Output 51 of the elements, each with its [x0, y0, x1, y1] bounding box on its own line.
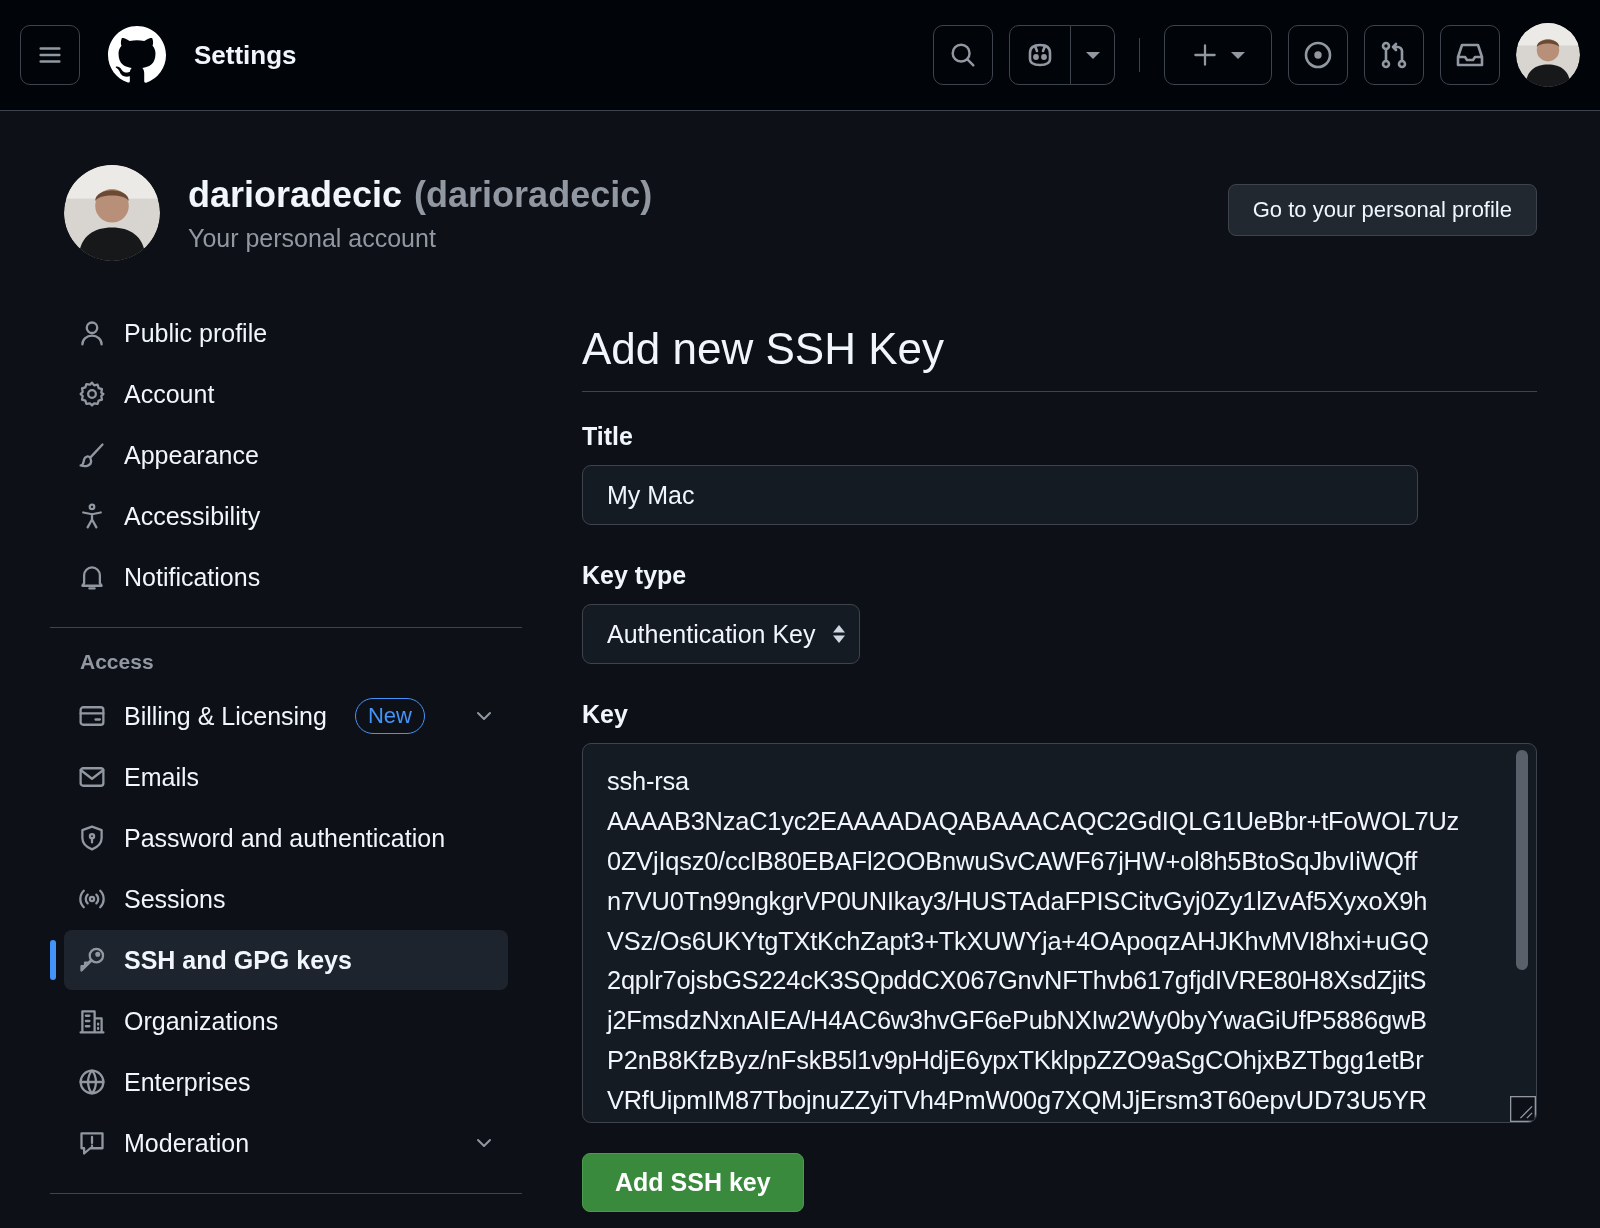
sidebar-item[interactable]: Password and authentication: [64, 808, 508, 868]
key-icon: [78, 946, 106, 974]
key-type-select[interactable]: Authentication Key: [582, 604, 861, 665]
title-field[interactable]: My Mac: [582, 465, 1418, 526]
copilot-button[interactable]: [1009, 25, 1071, 85]
sidebar-item[interactable]: Notifications: [64, 547, 508, 607]
field-label: Key: [582, 700, 629, 730]
sidebar-item[interactable]: Moderation: [64, 1113, 508, 1173]
menu-button[interactable]: [20, 25, 80, 85]
inbox-button[interactable]: [1440, 25, 1500, 85]
section-heading: Access: [79, 650, 155, 674]
account-handle: (darioradecic): [414, 173, 653, 216]
sidebar-item[interactable]: Emails: [64, 747, 508, 807]
key-field[interactable]: ssh-rsa AAAAB3NzaC1yc2EAAAADAQABAAACAQC2GdIQLG1UeBbr+tFoWOL7Uz 0ZVjIqsz0/ccIB80EBAFl2OOBnwuSvCAWF67jHW+ol8h5BtoSqJbvIiWQff n7VU0Tn99ngkgrVP0UNIkay3/HUSTAdaFPISCitvGyj0Zy1lZvAf5XyxoX9h VSz/Os6UKYtgTXtKchZapt3+TkXUWYja+4OApoqzAHJKhvMVI8hxi+uGQ 2qplr7ojsbGS224cK3SQpddCX067GnvNFThvb617gfjdIVRE80H8XsdZjitS j2FmsdzNxnAIEA/H4AC6w3hvGF6ePubNXIw2Wy0byYwaGiUfP5886gwB P2nB8KfzByz/nFskB5l1v9pHdjE6ypxTKklppZZO9aSgCOhjxBZTbgg1etBr VRfUipmIM87TbojnuZZyiTVh4PmW00g7XQMJjErsm3T60epvUD73U5YR: [582, 743, 1537, 1124]
profile-button[interactable]: Go to your personal profile: [1227, 184, 1537, 236]
sidebar-item[interactable]: Enterprises: [64, 1052, 508, 1112]
account-name: darioradecic: [188, 173, 403, 216]
octocat-logo-icon[interactable]: [108, 26, 166, 84]
sidebar-item[interactable]: Organizations: [64, 991, 508, 1051]
avatar[interactable]: [1516, 23, 1580, 87]
bell-icon: [78, 563, 106, 591]
sidebar-item[interactable]: Billing & Licensing New: [64, 686, 508, 746]
sidebar-item[interactable]: Appearance: [64, 425, 508, 485]
plus-icon: [1191, 41, 1219, 69]
scrollbar-thumb[interactable]: [1516, 750, 1528, 971]
sidebar-item[interactable]: Accessibility: [64, 486, 508, 546]
caret-icon: [1231, 51, 1245, 59]
circle-dot-icon: [1302, 39, 1334, 71]
account-subtitle: Your personal account: [188, 223, 437, 253]
shield-icon: [78, 824, 106, 852]
building-icon: [78, 1007, 106, 1035]
report-icon: [78, 1129, 106, 1157]
form-heading: Add new SSH Key: [582, 325, 945, 374]
sidebar-item[interactable]: Account: [64, 364, 508, 424]
sort-arrows-icon: [833, 625, 846, 644]
gear-icon: [78, 380, 106, 408]
caret-icon: [1085, 51, 1100, 59]
field-label: Title: [582, 422, 634, 452]
resize-handle-icon[interactable]: [1510, 1096, 1536, 1123]
add-ssh-key-button[interactable]: Add SSH key: [582, 1153, 804, 1213]
pull-requests-button[interactable]: [1364, 25, 1424, 85]
search-button[interactable]: [933, 25, 993, 85]
issues-button[interactable]: [1288, 25, 1348, 85]
page-title: Settings: [194, 39, 297, 71]
globe-icon: [78, 1068, 106, 1096]
sidebar-item[interactable]: Sessions: [64, 869, 508, 929]
sidebar-item[interactable]: Public profile: [64, 303, 508, 363]
paintbrush-icon: [78, 441, 106, 469]
person-icon: [78, 319, 106, 347]
field-label: Key type: [582, 561, 688, 591]
selection-indicator: [50, 940, 56, 980]
